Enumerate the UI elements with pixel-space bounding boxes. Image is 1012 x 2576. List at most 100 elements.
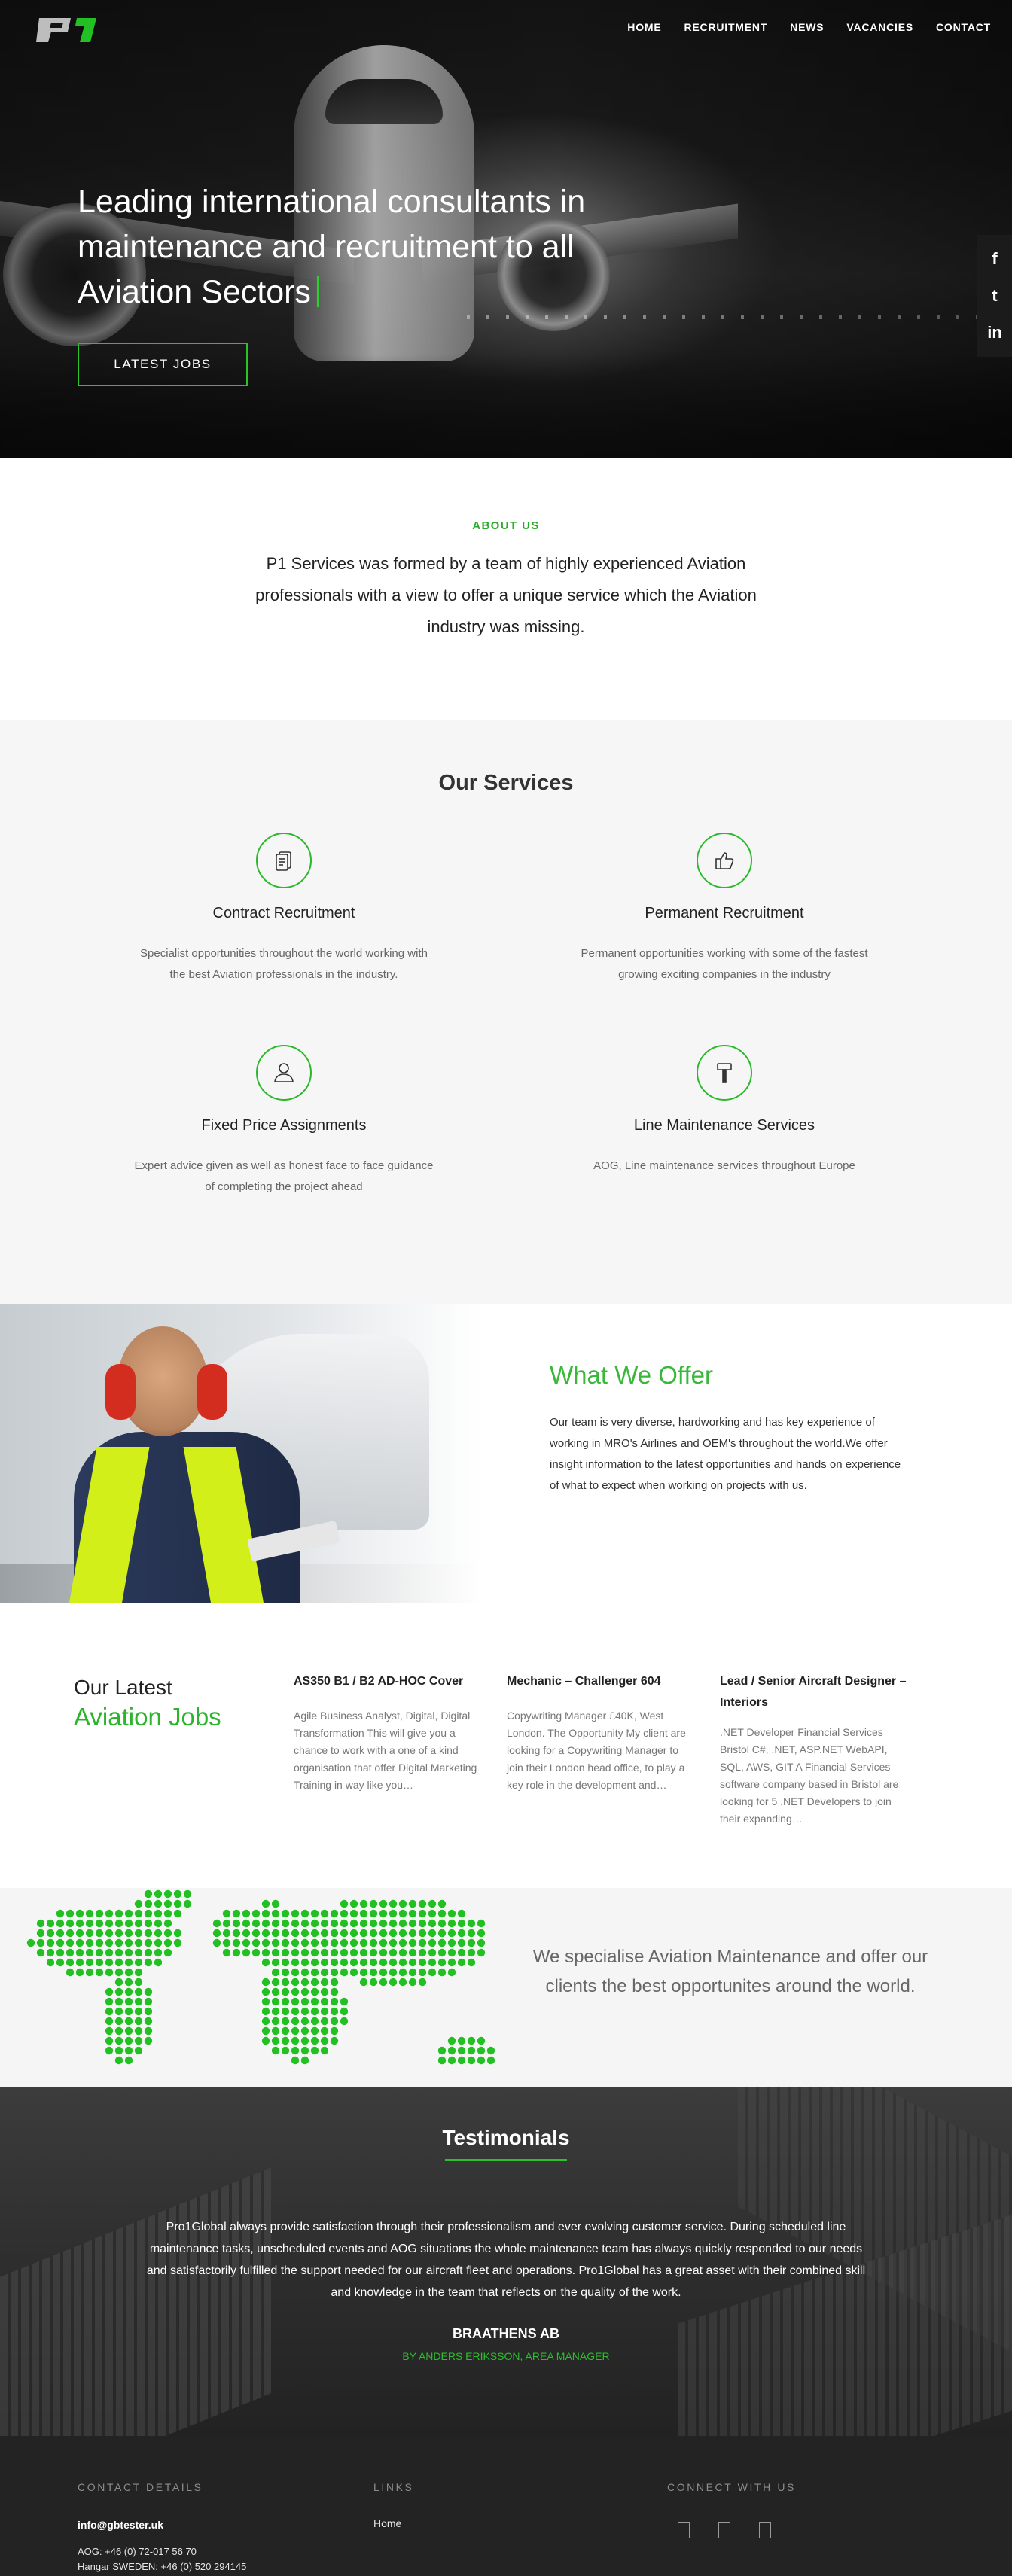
nav-contact[interactable]: CONTACT [936, 21, 991, 33]
map-dot [447, 2036, 456, 2045]
map-dot [85, 1909, 94, 1918]
service-icon-ring [697, 1045, 752, 1101]
job-title[interactable]: Lead / Senior Aircraft Designer – Interi… [720, 1671, 910, 1713]
map-dot [300, 1938, 309, 1947]
footer-connect-heading: CONNECT WITH US [667, 2481, 796, 2493]
footer-social-icons [678, 2522, 771, 2538]
service-text: Permanent opportunities working with som… [581, 947, 868, 981]
map-dot [144, 1987, 153, 1996]
map-dot [114, 1919, 123, 1928]
map-dot [242, 1948, 251, 1957]
map-dot [291, 1938, 300, 1947]
map-dot [261, 1958, 270, 1967]
map-dot [447, 1948, 456, 1957]
map-dot [330, 2007, 339, 2016]
footer-link-home[interactable]: Home [373, 2517, 401, 2529]
map-dot [467, 2046, 476, 2055]
map-dot [105, 1919, 114, 1928]
map-dot [408, 1929, 417, 1938]
map-dot [261, 1929, 270, 1938]
service-card: Permanent Recruitment Permanent opportun… [566, 833, 882, 985]
map-dot [457, 1909, 466, 1918]
map-dot [300, 1948, 309, 1957]
offer-title: What We Offer [550, 1361, 714, 1389]
map-dot [291, 1958, 300, 1967]
map-dot [320, 1968, 329, 1977]
map-dot [251, 1919, 261, 1928]
twitter-icon[interactable]: t [992, 287, 997, 304]
map-dot [330, 1987, 339, 1996]
map-dot [447, 1929, 456, 1938]
latest-jobs-button[interactable]: LATEST JOBS [78, 343, 248, 386]
map-dot [477, 2046, 486, 2055]
map-dot [56, 1929, 65, 1938]
map-dot [437, 1968, 447, 1977]
map-dot [56, 1919, 65, 1928]
map-dot [300, 2017, 309, 2026]
map-dot [144, 1948, 153, 1957]
map-dot [340, 2017, 349, 2026]
job-card[interactable]: Mechanic – Challenger 604 Copywriting Ma… [507, 1671, 697, 1794]
map-dot [85, 1919, 94, 1928]
nav-news[interactable]: NEWS [790, 21, 824, 33]
facebook-icon[interactable]: f [992, 251, 997, 267]
map-dot [66, 1909, 75, 1918]
footer-email-link[interactable]: info@gbtester.uk [78, 2519, 163, 2531]
map-dot [144, 1919, 153, 1928]
job-card[interactable]: AS350 B1 / B2 AD-HOC Cover Agile Busines… [294, 1671, 483, 1794]
map-dot [271, 2036, 280, 2045]
map-dot [389, 1899, 398, 1908]
job-title[interactable]: AS350 B1 / B2 AD-HOC Cover [294, 1671, 483, 1692]
twitter-icon[interactable] [718, 2522, 730, 2538]
map-dot [75, 1929, 84, 1938]
map-dot [66, 1958, 75, 1967]
map-dot [310, 1938, 319, 1947]
facebook-icon[interactable] [678, 2522, 690, 2538]
footer-links-heading: LINKS [373, 2481, 414, 2493]
map-dot [261, 1987, 270, 1996]
map-dot [310, 1958, 319, 1967]
hero-headline-text: Leading international consultants in mai… [78, 184, 586, 310]
map-dot [281, 1987, 290, 1996]
map-dot [75, 1909, 84, 1918]
map-dot [467, 1958, 476, 1967]
nav-home[interactable]: HOME [627, 21, 661, 33]
map-dot [134, 2036, 143, 2045]
p1-logo[interactable] [33, 17, 101, 44]
site-footer: CONTACT DETAILS LINKS CONNECT WITH US in… [0, 2436, 1012, 2576]
map-dot [134, 1958, 143, 1967]
linkedin-icon[interactable]: in [987, 324, 1002, 341]
job-excerpt: .NET Developer Financial Services Bristo… [720, 1726, 899, 1825]
linkedin-icon[interactable] [759, 2522, 771, 2538]
map-dot [124, 1919, 133, 1928]
map-dot [310, 1968, 319, 1977]
map-dot [114, 1958, 123, 1967]
map-dot [418, 1958, 427, 1967]
map-dot [300, 1978, 309, 1987]
job-title[interactable]: Mechanic – Challenger 604 [507, 1671, 697, 1692]
nav-vacancies[interactable]: VACANCIES [846, 21, 913, 33]
map-dot [389, 1958, 398, 1967]
map-dot [447, 1909, 456, 1918]
map-dot [85, 1958, 94, 1967]
map-dot [310, 1987, 319, 1996]
map-dot [36, 1929, 45, 1938]
map-dot [300, 2036, 309, 2045]
jobs-heading: Our Latest [74, 1676, 172, 1699]
map-dot [163, 1938, 172, 1947]
testimonial-company: BRAATHENS AB [453, 2326, 559, 2341]
map-dot [291, 1919, 300, 1928]
map-dot [320, 1929, 329, 1938]
job-card[interactable]: Lead / Senior Aircraft Designer – Interi… [720, 1671, 910, 1828]
map-dot [359, 1978, 368, 1987]
service-title: Fixed Price Assignments [201, 1117, 367, 1134]
map-dot [163, 1899, 172, 1908]
map-dot [300, 2056, 309, 2065]
coverage-text: We specialise Aviation Maintenance and o… [532, 1947, 928, 1996]
map-dot [408, 1948, 417, 1957]
map-dot [389, 1948, 398, 1957]
map-dot [486, 2046, 495, 2055]
nav-recruitment[interactable]: RECRUITMENT [684, 21, 767, 33]
map-dot [124, 1938, 133, 1947]
map-dot [105, 2026, 114, 2036]
